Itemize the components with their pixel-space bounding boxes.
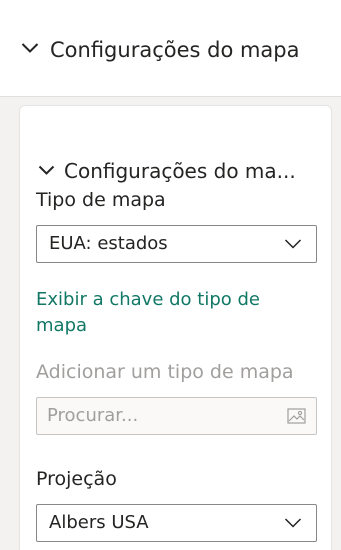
- chevron-down-icon: [284, 518, 302, 528]
- section-title: Configurações do mapa: [50, 38, 300, 62]
- map-type-search-input[interactable]: Procurar...: [36, 397, 317, 435]
- map-type-label: Tipo de mapa: [36, 189, 166, 211]
- projection-dropdown[interactable]: Albers USA: [36, 504, 317, 542]
- projection-value: Albers USA: [49, 512, 149, 533]
- map-type-value: EUA: estados: [49, 233, 168, 254]
- image-icon[interactable]: [287, 408, 306, 425]
- projection-label: Projeção: [36, 468, 117, 490]
- card-title[interactable]: Configurações do ma...: [64, 157, 296, 185]
- format-pane: Configurações do mapa Configurações do m…: [0, 0, 341, 550]
- chevron-down-icon[interactable]: [38, 165, 55, 176]
- map-type-dropdown[interactable]: EUA: estados: [36, 225, 317, 263]
- add-map-type-label: Adicionar um tipo de mapa: [36, 361, 294, 383]
- chevron-down-icon: [21, 43, 39, 53]
- chevron-down-icon: [284, 239, 302, 249]
- search-placeholder: Procurar...: [47, 405, 139, 426]
- map-settings-section-header[interactable]: Configurações do mapa: [0, 0, 341, 97]
- show-map-key-link[interactable]: Exibir a chave do tipo de mapa: [36, 287, 306, 339]
